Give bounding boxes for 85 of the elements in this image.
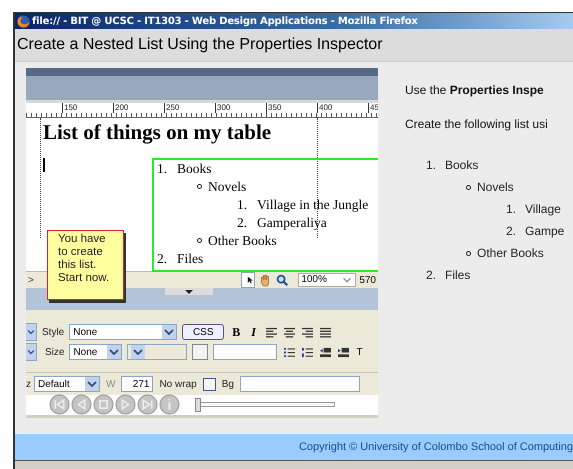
chevron-icon [85,377,99,392]
numbered-list-icon[interactable] [302,346,314,358]
list-number: 1. [426,158,438,172]
tooltip: You have to create this list. Start now. [47,230,124,300]
list-item: Village in the Jungle [257,196,368,214]
rewind-icon[interactable] [49,394,70,416]
window-size: 570 [359,274,376,286]
list-item: Files [445,268,470,282]
list-item: Books [177,160,212,178]
tag-selector[interactable]: > [26,274,36,286]
ruler-label: 300 [215,102,266,113]
no-wrap-checkbox[interactable] [202,378,216,391]
document-heading: List of things on my table [42,118,272,146]
color-field[interactable] [213,344,278,360]
no-wrap-label: No wrap [159,378,197,390]
instruction-text: Use the Properties Inspe [405,83,545,97]
bullet-icon [197,238,202,244]
unit-select[interactable] [127,344,188,360]
ruler-label: 150 [62,102,113,113]
bold-button[interactable]: B [229,324,244,340]
bg-field[interactable] [240,376,360,392]
ruler-label: 350 [266,102,317,113]
list-item: Other Books [208,232,277,250]
text-tool-label: T [356,346,363,358]
horz-label: z [26,378,31,390]
expander-handle[interactable] [165,288,213,296]
rewind-icon[interactable] [71,394,92,416]
ruler-label: 250 [164,102,215,113]
width-field[interactable]: 271 [121,376,154,392]
align-icon[interactable] [284,326,295,338]
ruler-label: 200 [113,102,164,113]
align-icon[interactable] [266,326,277,338]
globe-icon [17,14,30,28]
css-button[interactable]: CSS [182,324,224,340]
list-number: 1. [237,196,248,214]
list-item: Gamperaliya [257,214,327,232]
forward-icon[interactable] [115,394,136,416]
list-item: Novels [477,180,514,194]
page-title: Create a Nested List Using the Properties Inspector [17,36,383,54]
chevron-icon [107,345,122,360]
style-label: Style [42,326,64,338]
list-number: 1. [157,160,168,178]
color-swatch[interactable] [192,344,208,360]
indent-icon[interactable] [338,346,350,358]
list-item: Other Books [477,246,544,260]
slider[interactable] [195,398,335,412]
list-item: Village [525,202,561,216]
list-item: Books [445,158,478,172]
bullet-icon [197,184,202,190]
list-number: 2. [506,224,518,238]
list-item: Novels [208,178,246,196]
bullet-icon [466,250,471,256]
bg-label: Bg [222,378,234,390]
size-label: Size [45,346,64,358]
zoom-select[interactable]: 100% [298,273,356,288]
list-number: 2. [237,214,248,232]
zoom-icon[interactable] [275,273,290,288]
list-number: 2. [426,268,438,282]
window-title: file:// - BIT @ UCSC - IT1303 - Web Design Applications - Mozilla Firefox [32,16,418,26]
list-number: 1. [506,202,518,216]
stop-icon[interactable] [93,394,114,416]
dropdown[interactable] [26,343,37,362]
outdent-icon[interactable] [320,346,332,358]
align-icon[interactable] [302,326,313,338]
horz-select[interactable]: Default [34,376,100,392]
list-item: Gampe [525,224,564,238]
dropdown[interactable] [26,323,37,342]
chevron-icon [162,325,176,340]
italic-button[interactable]: I [248,324,259,340]
info-icon[interactable] [159,394,180,416]
bullet-list-icon[interactable] [284,346,296,358]
style-select[interactable]: None [69,324,178,340]
chevron-icon [131,345,146,360]
text-cursor [43,158,45,172]
forward-icon[interactable] [137,394,158,416]
bullet-icon [466,184,471,190]
ruler-label: 400 [317,102,368,113]
instruction-text: Create the following list usi [405,117,549,131]
list-item: Files [177,250,204,268]
pointer-icon[interactable] [241,272,256,288]
copyright-text: Copyright © University of Colombo School of Computing [298,441,573,453]
size-select[interactable]: None [69,344,122,360]
width-label: W [106,378,116,390]
list-number: 2. [157,250,168,268]
align-icon[interactable] [320,326,331,338]
